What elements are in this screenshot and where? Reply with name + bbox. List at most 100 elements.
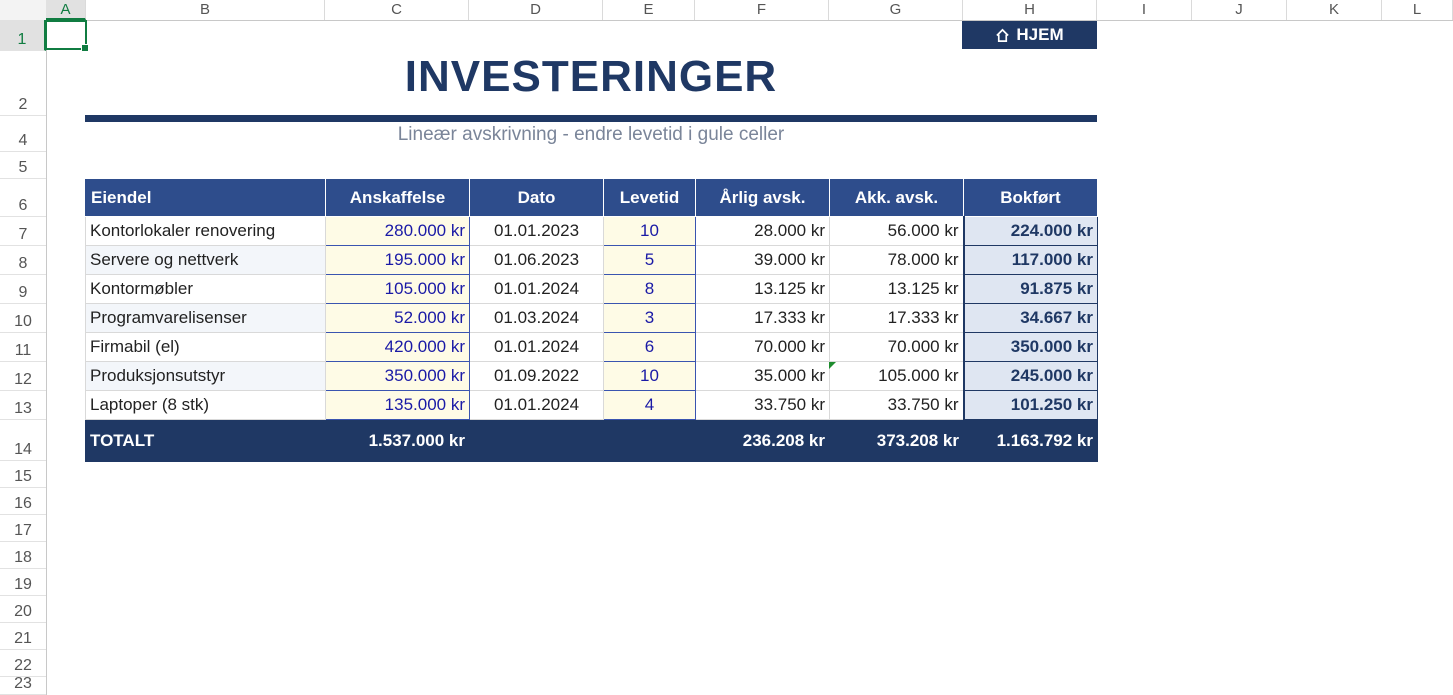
cell-dato[interactable]: 01.01.2024 <box>469 390 604 420</box>
row-header-4[interactable]: 4 <box>0 116 46 152</box>
cell-akk-avsk[interactable]: 17.333 kr <box>829 303 964 333</box>
row-header-6[interactable]: 6 <box>0 179 46 217</box>
cell-arlig-avsk[interactable]: 13.125 kr <box>695 274 830 304</box>
cell-anskaffelse[interactable]: 350.000 kr <box>325 361 470 391</box>
header-eiendel[interactable]: Eiendel <box>85 179 326 217</box>
row-header-18[interactable]: 18 <box>0 542 46 569</box>
col-header-j[interactable]: J <box>1192 0 1287 20</box>
cell-akk-avsk[interactable]: 105.000 kr <box>829 361 964 391</box>
cell-eiendel[interactable]: Laptoper (8 stk) <box>85 390 326 420</box>
cell-levetid[interactable]: 5 <box>603 245 696 275</box>
header-dato[interactable]: Dato <box>469 179 604 217</box>
cell-levetid[interactable]: 6 <box>603 332 696 362</box>
cell-bokfort[interactable]: 350.000 kr <box>962 332 1098 362</box>
row-header-10[interactable]: 10 <box>0 304 46 333</box>
error-indicator-icon[interactable] <box>829 362 836 369</box>
cell-anskaffelse[interactable]: 420.000 kr <box>325 332 470 362</box>
total-levetid-empty[interactable] <box>603 419 696 462</box>
row-header-13[interactable]: 13 <box>0 391 46 420</box>
cell-anskaffelse[interactable]: 280.000 kr <box>325 216 470 246</box>
row-header-22[interactable]: 22 <box>0 650 46 677</box>
total-anskaffelse[interactable]: 1.537.000 kr <box>325 419 470 462</box>
row-header-15[interactable]: 15 <box>0 461 46 488</box>
col-header-i[interactable]: I <box>1097 0 1192 20</box>
cell-bokfort[interactable]: 101.250 kr <box>962 390 1098 420</box>
active-cell-a1[interactable] <box>45 20 89 52</box>
row-header-9[interactable]: 9 <box>0 275 46 304</box>
cell-anskaffelse[interactable]: 105.000 kr <box>325 274 470 304</box>
cell-dato[interactable]: 01.03.2024 <box>469 303 604 333</box>
col-header-c[interactable]: C <box>325 0 469 20</box>
row-header-5[interactable]: 5 <box>0 152 46 179</box>
cell-anskaffelse[interactable]: 52.000 kr <box>325 303 470 333</box>
home-button[interactable]: HJEM <box>962 21 1097 49</box>
row-header-23[interactable]: 23 <box>0 675 46 695</box>
cell-bokfort[interactable]: 245.000 kr <box>962 361 1098 391</box>
row-header-12[interactable]: 12 <box>0 362 46 391</box>
cell-eiendel[interactable]: Firmabil (el) <box>85 332 326 362</box>
cell-bokfort[interactable]: 34.667 kr <box>962 303 1098 333</box>
cell-dato[interactable]: 01.01.2023 <box>469 216 604 246</box>
cell-arlig-avsk[interactable]: 39.000 kr <box>695 245 830 275</box>
cell-bokfort[interactable]: 224.000 kr <box>962 216 1098 246</box>
col-header-f[interactable]: F <box>695 0 829 20</box>
col-header-g[interactable]: G <box>829 0 963 20</box>
cell-levetid[interactable]: 3 <box>603 303 696 333</box>
row-header-21[interactable]: 21 <box>0 623 46 650</box>
row-header-17[interactable]: 17 <box>0 515 46 542</box>
cell-dato[interactable]: 01.01.2024 <box>469 332 604 362</box>
select-all-corner[interactable] <box>0 0 47 20</box>
cell-eiendel[interactable]: Kontormøbler <box>85 274 326 304</box>
cell-arlig-avsk[interactable]: 35.000 kr <box>695 361 830 391</box>
fill-handle[interactable] <box>81 44 89 52</box>
header-levetid[interactable]: Levetid <box>603 179 696 217</box>
cell-eiendel[interactable]: Produksjonsutstyr <box>85 361 326 391</box>
cell-eiendel[interactable]: Programvarelisenser <box>85 303 326 333</box>
col-header-k[interactable]: K <box>1287 0 1382 20</box>
row-header-8[interactable]: 8 <box>0 246 46 275</box>
cell-eiendel[interactable]: Servere og nettverk <box>85 245 326 275</box>
total-dato-empty[interactable] <box>469 419 604 462</box>
cell-levetid[interactable]: 4 <box>603 390 696 420</box>
cell-arlig-avsk[interactable]: 70.000 kr <box>695 332 830 362</box>
col-header-h[interactable]: H <box>963 0 1097 20</box>
cell-levetid[interactable]: 8 <box>603 274 696 304</box>
row-header-7[interactable]: 7 <box>0 217 46 246</box>
cell-bokfort[interactable]: 91.875 kr <box>962 274 1098 304</box>
cell-anskaffelse[interactable]: 195.000 kr <box>325 245 470 275</box>
cell-akk-avsk[interactable]: 56.000 kr <box>829 216 964 246</box>
row-header-2[interactable]: 2 <box>0 51 46 116</box>
cell-arlig-avsk[interactable]: 17.333 kr <box>695 303 830 333</box>
col-header-d[interactable]: D <box>469 0 603 20</box>
row-header-14[interactable]: 14 <box>0 420 46 461</box>
col-header-a[interactable]: A <box>46 0 86 20</box>
cell-dato[interactable]: 01.06.2023 <box>469 245 604 275</box>
col-header-b[interactable]: B <box>86 0 325 20</box>
cell-levetid[interactable]: 10 <box>603 361 696 391</box>
total-arlig-avsk[interactable]: 236.208 kr <box>695 419 830 462</box>
header-bokfort[interactable]: Bokført <box>963 179 1098 217</box>
row-header-1[interactable]: 1 <box>0 20 46 51</box>
row-header-11[interactable]: 11 <box>0 333 46 362</box>
cell-arlig-avsk[interactable]: 28.000 kr <box>695 216 830 246</box>
row-header-20[interactable]: 20 <box>0 596 46 623</box>
row-header-16[interactable]: 16 <box>0 488 46 515</box>
cell-arlig-avsk[interactable]: 33.750 kr <box>695 390 830 420</box>
header-anskaffelse[interactable]: Anskaffelse <box>325 179 470 217</box>
total-label[interactable]: TOTALT <box>85 419 326 462</box>
total-bokfort[interactable]: 1.163.792 kr <box>963 419 1098 462</box>
cell-bokfort[interactable]: 117.000 kr <box>962 245 1098 275</box>
cell-dato[interactable]: 01.09.2022 <box>469 361 604 391</box>
total-akk-avsk[interactable]: 373.208 kr <box>829 419 964 462</box>
cell-dato[interactable]: 01.01.2024 <box>469 274 604 304</box>
cell-akk-avsk[interactable]: 33.750 kr <box>829 390 964 420</box>
cell-akk-avsk[interactable]: 13.125 kr <box>829 274 964 304</box>
cell-levetid[interactable]: 10 <box>603 216 696 246</box>
cell-akk-avsk[interactable]: 70.000 kr <box>829 332 964 362</box>
cell-anskaffelse[interactable]: 135.000 kr <box>325 390 470 420</box>
col-header-e[interactable]: E <box>603 0 695 20</box>
cell-akk-avsk[interactable]: 78.000 kr <box>829 245 964 275</box>
header-arlig-avsk[interactable]: Årlig avsk. <box>695 179 830 217</box>
row-header-19[interactable]: 19 <box>0 569 46 596</box>
cell-eiendel[interactable]: Kontorlokaler renovering <box>85 216 326 246</box>
